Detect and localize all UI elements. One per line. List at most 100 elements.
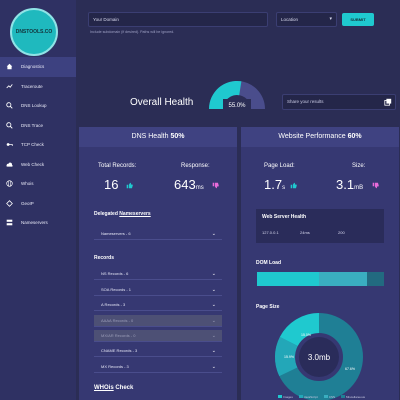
submit-button[interactable]: SUBMIT [342,13,374,26]
chevron-down-icon: ▾ [329,16,332,22]
delegated-prefix: Delegated [94,211,120,217]
chevron-down-icon: ⌄ [211,271,216,277]
sidebar-item-traceroute[interactable]: Traceroute [0,77,76,97]
diamond-icon [5,199,13,207]
cloud-icon [5,160,13,168]
website-performance-header: Website Performance 60% [241,127,399,147]
web-server-health-box: Web Server Health 127.0.0.1 24ms 200 [256,209,384,243]
record-row-mx[interactable]: MX Records - 3 ⌄ [94,361,222,373]
nameservers-row-label: Nameservers - 6 [101,231,131,236]
overall-health-percent: 55.0% [228,103,246,109]
record-row-aaaa: AAAA Records - 0 ⌄ [94,315,222,327]
search-icon [5,102,13,110]
server-status-code: 200 [338,230,345,235]
chevron-down-icon: ⌄ [211,318,216,324]
response-unit: ms [195,185,204,191]
key-icon [5,141,13,149]
legend-label: JavaScript [303,395,318,399]
record-row-a[interactable]: A Records - 3 ⌄ [94,299,222,311]
copy-icon[interactable] [384,98,392,106]
page-load-label: Page Load: [264,163,295,169]
sidebar-item-nameservers[interactable]: Nameservers [0,213,76,233]
total-records-value: 16 [104,177,119,192]
record-row-label: AAAA Records - 0 [101,318,134,323]
dom-load-bar [257,272,384,286]
record-row-ns[interactable]: NS Records - 6 ⌄ [94,268,222,280]
size-unit: mB [354,185,364,191]
sidebar-item-label: Diagnostics [21,64,45,70]
page-load-number: 1.7 [264,177,283,192]
dom-load-segment-1 [257,272,319,286]
whois-link[interactable]: WHOis [94,385,114,391]
legend-images: Images [278,395,293,399]
record-row-label: MX Records - 3 [101,364,129,369]
legend-label: Miscellaneous [346,395,366,399]
sidebar-item-web-check[interactable]: Web Check [0,155,76,175]
whois-check-title: WHOis Check [94,385,133,391]
web-server-health-title: Web Server Health [262,214,307,220]
page-size-donut: 3.0mb 15.0% 15.9% 67.6% [275,313,363,400]
website-performance-title: Website Performance [278,133,346,140]
page-size-title: Page Size [256,304,280,310]
records-title: Records [94,255,115,261]
chevron-down-icon: ⌄ [211,231,216,237]
sidebar-item-label: DNS Trace [21,122,44,128]
chevron-down-icon: ⌄ [211,364,216,370]
sidebar-item-label: TCP Check [21,142,44,148]
sidebar-nav: Diagnostics Traceroute DNS Lookup DNS Tr… [0,57,76,233]
legend-css: CSS [323,395,335,399]
sidebar-item-whois[interactable]: Whois [0,174,76,194]
delegated-nameservers-title: Delegated Nameservers [94,211,151,217]
domain-input[interactable]: Your Domain [88,12,268,27]
server-icon [5,219,13,227]
domain-hint: Include subdomain (if desired). Paths wi… [90,30,175,34]
sidebar-item-label: DNS Lookup [21,103,47,109]
nameservers-link[interactable]: Nameservers [119,211,150,217]
dns-health-title: DNS Health [131,133,169,140]
donut-label-images: 15.0% [301,333,311,337]
dns-health-percent: 50% [170,133,185,140]
sidebar-item-geoip[interactable]: GeoIP [0,194,76,214]
sidebar-item-label: Whois [21,181,34,187]
share-results-input[interactable]: Share your results [282,94,396,110]
sidebar: DNSTOOLS.CO Diagnostics Traceroute DNS L… [0,0,76,400]
sidebar-item-label: Traceroute [21,83,43,89]
globe-icon [5,180,13,188]
server-response-ms: 24ms [300,230,310,235]
sidebar-item-tcp-check[interactable]: TCP Check [0,135,76,155]
page-load-unit: s [282,185,286,191]
legend-misc: Miscellaneous [341,395,365,399]
record-row-label: MX/AR Records - 0 [101,333,136,338]
dom-load-segment-2 [319,272,367,286]
logo[interactable]: DNSTOOLS.CO [10,8,58,56]
website-performance-percent: 60% [347,133,362,140]
overall-health-gauge: 55.0% [208,80,265,109]
chevron-down-icon: ⌄ [211,348,216,354]
record-row-label: A Records - 3 [101,302,126,307]
nameservers-row[interactable]: Nameservers - 6 ⌄ [94,228,222,240]
donut-center-label: 3.0mb [308,353,331,362]
sidebar-item-label: Nameservers [21,220,48,226]
record-row-label: SOA Records - 1 [101,287,132,292]
response-label: Response: [181,163,210,169]
response-number: 643 [174,177,196,192]
page-size-legend: Images JavaScript CSS Miscellaneous [278,395,365,399]
size-number: 3.1 [336,177,355,192]
dom-load-title: DOM Load [256,260,281,266]
legend-label: Images [283,395,293,399]
sidebar-item-dns-trace[interactable]: DNS Trace [0,116,76,136]
sidebar-item-dns-lookup[interactable]: DNS Lookup [0,96,76,116]
thumbs-up-icon [126,182,133,189]
location-select[interactable]: Location ▾ [276,12,337,27]
logo-text: DNSTOOLS.CO [15,29,53,35]
overall-health-label: Overall Health [130,97,194,108]
record-row-soa[interactable]: SOA Records - 1 ⌄ [94,284,222,296]
whois-suffix: Check [113,385,134,391]
server-ip: 127.0.0.1 [262,230,279,235]
sidebar-item-diagnostics[interactable]: Diagnostics [0,57,76,77]
page-load-value: 1.7s [264,177,285,192]
donut-label-javascript: 15.9% [284,355,294,359]
chevron-down-icon: ⌄ [211,302,216,308]
thumbs-up-icon [290,182,297,189]
record-row-cname[interactable]: CNAME Records - 3 ⌄ [94,345,222,357]
